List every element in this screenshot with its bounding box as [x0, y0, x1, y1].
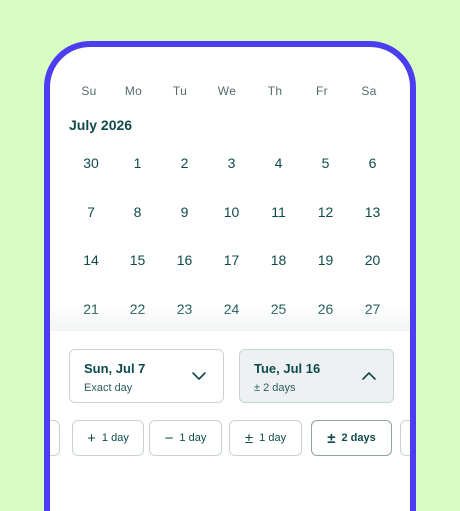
flex-chip-label: 1 day — [101, 432, 129, 444]
calendar-day[interactable]: 30 — [68, 153, 114, 202]
calendar-day[interactable]: 3 — [208, 153, 255, 202]
weekday-label: Th — [267, 84, 283, 98]
plus-icon: + — [87, 429, 96, 447]
calendar-day[interactable]: 14 — [68, 250, 114, 299]
weekday-label: Su — [81, 84, 97, 98]
calendar-day[interactable]: 6 — [349, 153, 396, 202]
start-date-label: Sun, Jul 7 — [84, 361, 146, 376]
month-title: July 2026 — [69, 117, 133, 133]
calendar-day[interactable]: 1 — [114, 153, 161, 202]
minus-icon: − — [164, 429, 174, 447]
flex-chip-label: 2 days — [341, 432, 376, 444]
calendar-day[interactable]: 13 — [349, 202, 396, 251]
end-date-card[interactable]: Tue, Jul 16 ± 2 days — [239, 349, 394, 403]
flex-chip-label: 1 day — [259, 432, 287, 444]
weekday-label: Tu — [172, 84, 188, 98]
flex-chip-partial[interactable] — [50, 420, 60, 456]
weekday-label: Sa — [361, 84, 377, 98]
weekday-header: Su Mo Tu We Th Fr Sa — [50, 84, 410, 98]
calendar-day[interactable]: 20 — [349, 250, 396, 299]
flex-chip-plus-1-day[interactable]: + 1 day — [72, 420, 144, 456]
calendar-day[interactable]: 12 — [302, 202, 349, 251]
calendar-day[interactable]: 18 — [255, 250, 302, 299]
calendar-day[interactable]: 15 — [114, 250, 161, 299]
flex-chip-plusminus-1-day[interactable]: ± 1 day — [229, 420, 302, 456]
calendar-day[interactable]: 7 — [68, 202, 114, 251]
start-date-flex: Exact day — [84, 382, 133, 394]
chevron-down-icon — [192, 372, 206, 380]
phone-frame: Su Mo Tu We Th Fr Sa July 2026 30 1 2 3 … — [44, 41, 416, 511]
end-date-flex: ± 2 days — [254, 382, 296, 394]
flex-chip-label: 1 day — [179, 432, 207, 444]
calendar-day[interactable]: 8 — [114, 202, 161, 251]
end-date-label: Tue, Jul 16 — [254, 361, 321, 376]
calendar-day[interactable]: 10 — [208, 202, 255, 251]
calendar-day[interactable]: 9 — [161, 202, 208, 251]
flex-chip-minus-1-day[interactable]: − 1 day — [149, 420, 222, 456]
calendar-day[interactable]: 17 — [208, 250, 255, 299]
calendar-day[interactable]: 5 — [302, 153, 349, 202]
start-date-card[interactable]: Sun, Jul 7 Exact day — [69, 349, 224, 403]
chevron-up-icon — [362, 372, 376, 380]
weekday-label: Mo — [124, 84, 143, 98]
calendar-day[interactable]: 19 — [302, 250, 349, 299]
flex-chip-plusminus-2-days[interactable]: ± 2 days — [311, 420, 392, 456]
calendar-day[interactable]: 2 — [161, 153, 208, 202]
calendar-day[interactable]: 11 — [255, 202, 302, 251]
plus-minus-icon: ± — [327, 429, 336, 447]
weekday-label: We — [217, 84, 237, 98]
flex-chip-partial[interactable] — [400, 420, 410, 456]
calendar-day[interactable]: 16 — [161, 250, 208, 299]
calendar-day[interactable]: 4 — [255, 153, 302, 202]
weekday-label: Fr — [316, 84, 328, 98]
plus-minus-icon: ± — [244, 429, 254, 447]
